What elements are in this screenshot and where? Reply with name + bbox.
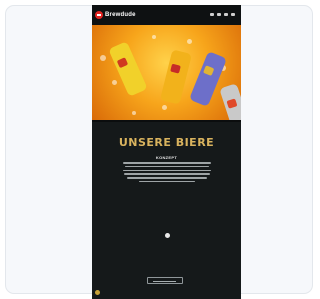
beer-can xyxy=(188,51,228,107)
corner-badge-icon[interactable] xyxy=(95,290,100,295)
splash-droplet xyxy=(162,105,167,110)
splash-droplet xyxy=(112,80,117,85)
splash-droplet xyxy=(152,35,156,39)
can-label xyxy=(203,65,215,77)
user-icon[interactable] xyxy=(217,13,221,16)
brand-name[interactable]: Brewdude xyxy=(105,10,136,20)
text-line xyxy=(139,180,195,183)
hero-image xyxy=(92,25,241,120)
intro-paragraph xyxy=(123,162,211,185)
nav-icon-group xyxy=(210,13,235,17)
text-line xyxy=(125,165,209,168)
brand-logo-icon[interactable] xyxy=(95,11,103,19)
beer-can xyxy=(108,41,148,97)
can-label xyxy=(226,98,238,109)
text-line xyxy=(123,169,211,172)
splash-droplet xyxy=(132,111,136,115)
menu-icon[interactable] xyxy=(231,13,235,16)
beer-can xyxy=(160,49,192,105)
cta-button-text xyxy=(153,280,176,282)
splash-droplet xyxy=(100,55,106,61)
can-label xyxy=(116,57,129,69)
page-preview: Brewdude UNSERE BIERE KONZEPT xyxy=(92,5,241,299)
beer-can xyxy=(219,83,241,120)
section-title: UNSERE BIERE xyxy=(118,136,215,149)
search-icon[interactable] xyxy=(210,13,214,16)
can-label xyxy=(170,63,181,74)
cta-button[interactable] xyxy=(147,277,183,284)
scroll-indicator-dot[interactable] xyxy=(165,233,170,238)
section-divider xyxy=(92,120,241,122)
splash-droplet xyxy=(187,39,192,44)
cart-icon[interactable] xyxy=(224,13,228,16)
text-line xyxy=(123,162,211,164)
section-subtitle: KONZEPT xyxy=(155,155,178,160)
text-line xyxy=(127,177,207,179)
text-line xyxy=(124,173,210,175)
top-navigation-bar: Brewdude xyxy=(92,5,241,25)
